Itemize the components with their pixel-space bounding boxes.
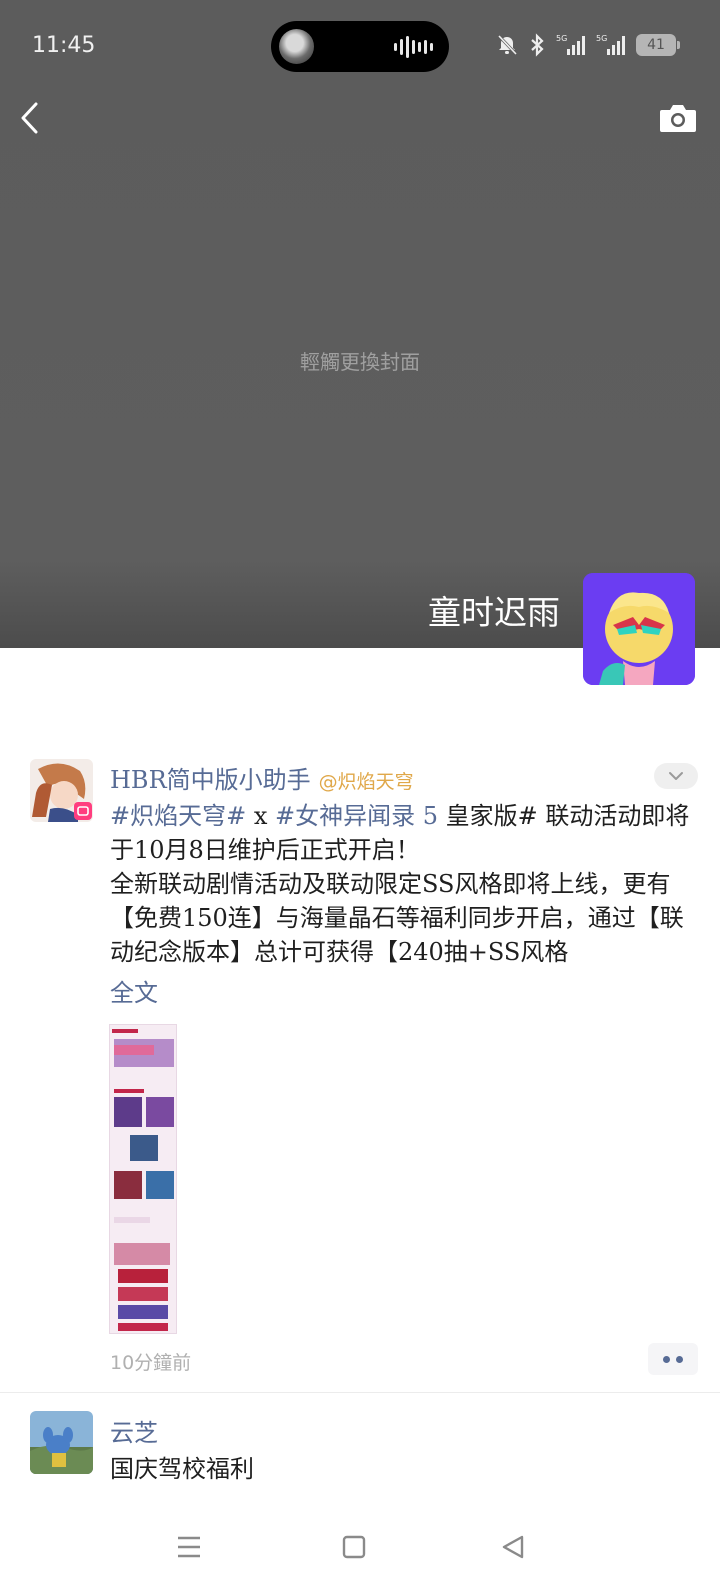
status-time: 11:45	[32, 33, 96, 58]
back-button[interactable]	[14, 96, 50, 140]
system-nav-bar	[0, 1510, 720, 1585]
status-icons: 5G 5G 41	[496, 33, 680, 57]
post-text-fragment: 全新联动剧情活动及联动限定SS风格即将上线，更有【免费150连】与海量晶石等福利…	[110, 870, 684, 966]
bluetooth-icon	[531, 33, 544, 57]
hashtag-link[interactable]: #女神异闻录 5	[275, 802, 438, 830]
5g-signal-icon: 5G	[556, 34, 585, 55]
avatar-illustration	[30, 759, 93, 822]
battery-icon: 41	[636, 34, 680, 56]
post-image[interactable]	[109, 1024, 177, 1334]
chevron-down-icon	[669, 772, 683, 780]
square-home-icon	[342, 1535, 366, 1559]
menu-icon	[178, 1536, 200, 1558]
post-author-name[interactable]: HBR简中版小助手 @炽焰天穹	[110, 760, 414, 795]
profile-avatar[interactable]	[583, 573, 695, 685]
post-author-avatar[interactable]	[30, 759, 93, 822]
post-text-fragment: 国庆驾校福利	[110, 1455, 254, 1483]
profile-name: 童时迟雨	[428, 593, 560, 632]
recent-apps-button[interactable]	[165, 1524, 213, 1572]
more-dot-icon	[663, 1355, 670, 1363]
post-mention[interactable]: @炽焰天穹	[319, 771, 414, 793]
avatar-illustration	[30, 1411, 93, 1474]
post-author-avatar[interactable]	[30, 1411, 93, 1474]
chevron-left-icon	[21, 102, 38, 134]
post-divider	[0, 1392, 720, 1393]
triangle-back-icon	[502, 1535, 524, 1559]
post-menu-button[interactable]	[654, 763, 698, 789]
battery-level: 41	[647, 37, 665, 53]
5g-signal-icon: 5G	[596, 34, 625, 55]
avatar-illustration	[583, 573, 695, 685]
svg-text:5G: 5G	[596, 34, 607, 43]
post-author-name[interactable]: 云芝	[110, 1413, 158, 1448]
comment-like-button[interactable]	[648, 1343, 698, 1375]
change-cover-hint[interactable]: 輕觸更換封面	[0, 346, 720, 375]
post-author-label[interactable]: HBR简中版小助手	[110, 766, 311, 794]
svg-text:5G: 5G	[556, 34, 567, 43]
hashtag-link[interactable]: #炽焰天穹#	[110, 802, 246, 830]
post-text-fragment: x	[246, 802, 276, 830]
system-back-button[interactable]	[490, 1524, 538, 1572]
post-timestamp: 10分鐘前	[110, 1352, 192, 1374]
camera-icon	[660, 105, 696, 132]
full-text-link[interactable]: 全文	[110, 973, 158, 1008]
island-avatar	[279, 29, 314, 64]
post-text: #炽焰天穹# x #女神异闻录 5 皇家版# 联动活动即将于10月8日维护后正式…	[110, 799, 700, 969]
more-dot-icon	[676, 1355, 683, 1363]
audio-wave-icon	[394, 35, 433, 59]
dynamic-island[interactable]	[271, 21, 449, 72]
home-button[interactable]	[330, 1524, 378, 1572]
camera-button[interactable]	[658, 100, 698, 136]
long-image-thumbnail	[110, 1025, 176, 1333]
mute-bell-icon	[497, 34, 518, 56]
post-text: 国庆驾校福利	[110, 1452, 700, 1492]
cover-area[interactable]: 11:45 5G 5G 41 輕觸更換封面 童时迟雨	[0, 0, 720, 648]
status-bar: 11:45 5G 5G 41	[0, 0, 720, 92]
